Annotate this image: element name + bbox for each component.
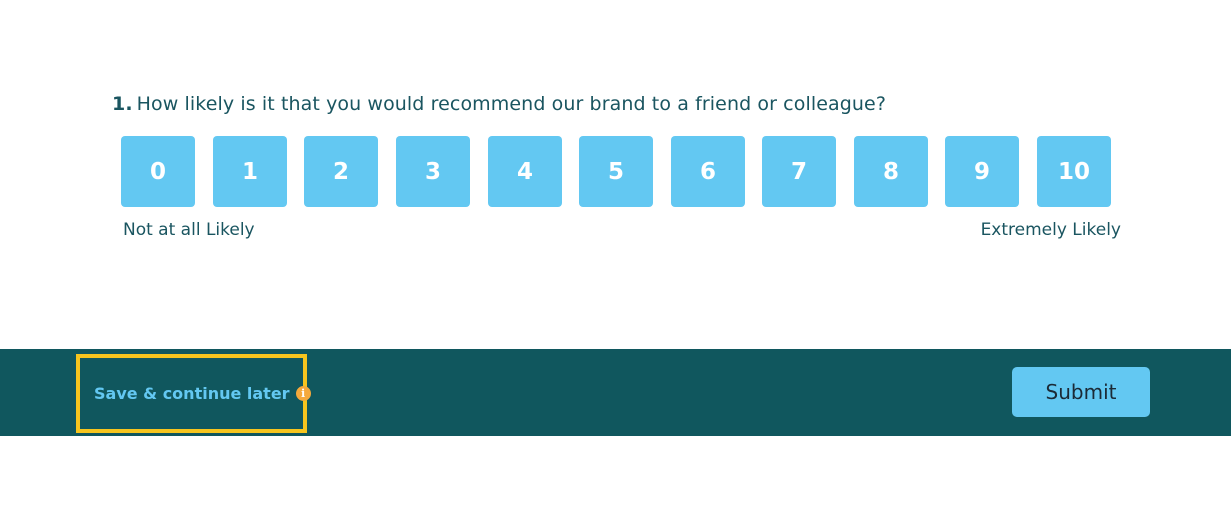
scale-min-label: Not at all Likely (123, 220, 255, 240)
question-label: How likely is it that you would recommen… (136, 93, 887, 115)
scale-option-1[interactable]: 1 (213, 136, 287, 207)
save-continue-later-label: Save & continue later (94, 384, 290, 403)
question-text: 1. How likely is it that you would recomm… (112, 93, 886, 115)
scale-max-label: Extremely Likely (980, 220, 1121, 240)
nps-scale: 0 1 2 3 4 5 6 7 8 9 10 (121, 136, 1111, 207)
scale-option-6[interactable]: 6 (671, 136, 745, 207)
submit-button[interactable]: Submit (1012, 367, 1150, 417)
scale-option-7[interactable]: 7 (762, 136, 836, 207)
scale-option-9[interactable]: 9 (945, 136, 1019, 207)
question-number: 1. (112, 93, 133, 115)
survey-footer: Save & continue later i Submit (0, 349, 1231, 436)
scale-option-4[interactable]: 4 (488, 136, 562, 207)
scale-option-2[interactable]: 2 (304, 136, 378, 207)
scale-option-0[interactable]: 0 (121, 136, 195, 207)
save-continue-later-link[interactable]: Save & continue later i (94, 384, 311, 403)
info-icon[interactable]: i (295, 386, 311, 401)
scale-option-8[interactable]: 8 (854, 136, 928, 207)
scale-option-3[interactable]: 3 (396, 136, 470, 207)
scale-option-10[interactable]: 10 (1037, 136, 1111, 207)
scale-option-5[interactable]: 5 (579, 136, 653, 207)
